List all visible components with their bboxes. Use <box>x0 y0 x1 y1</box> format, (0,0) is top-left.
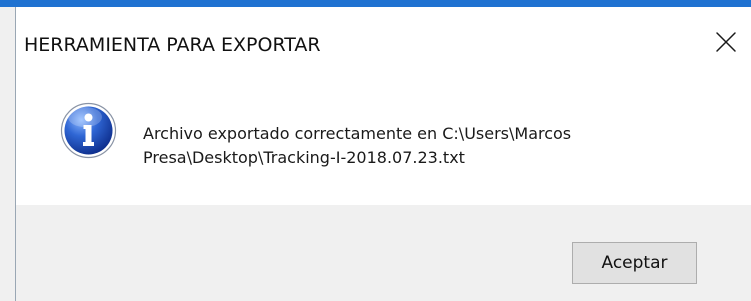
dialog-content: Archivo exportado correctamente en C:\Us… <box>16 95 751 205</box>
dialog-title: HERRAMIENTA PARA EXPORTAR <box>24 34 321 56</box>
window-top-accent <box>0 0 751 7</box>
background-window-edge <box>0 7 15 301</box>
info-icon <box>60 102 117 159</box>
ok-button[interactable]: Aceptar <box>572 242 697 284</box>
close-icon <box>716 32 736 52</box>
message-dialog: HERRAMIENTA PARA EXPORTAR Archivo export… <box>15 7 751 301</box>
dialog-footer: Aceptar <box>16 205 751 301</box>
message-text: Archivo exportado correctamente en C:\Us… <box>143 124 572 167</box>
close-button[interactable] <box>703 23 749 67</box>
